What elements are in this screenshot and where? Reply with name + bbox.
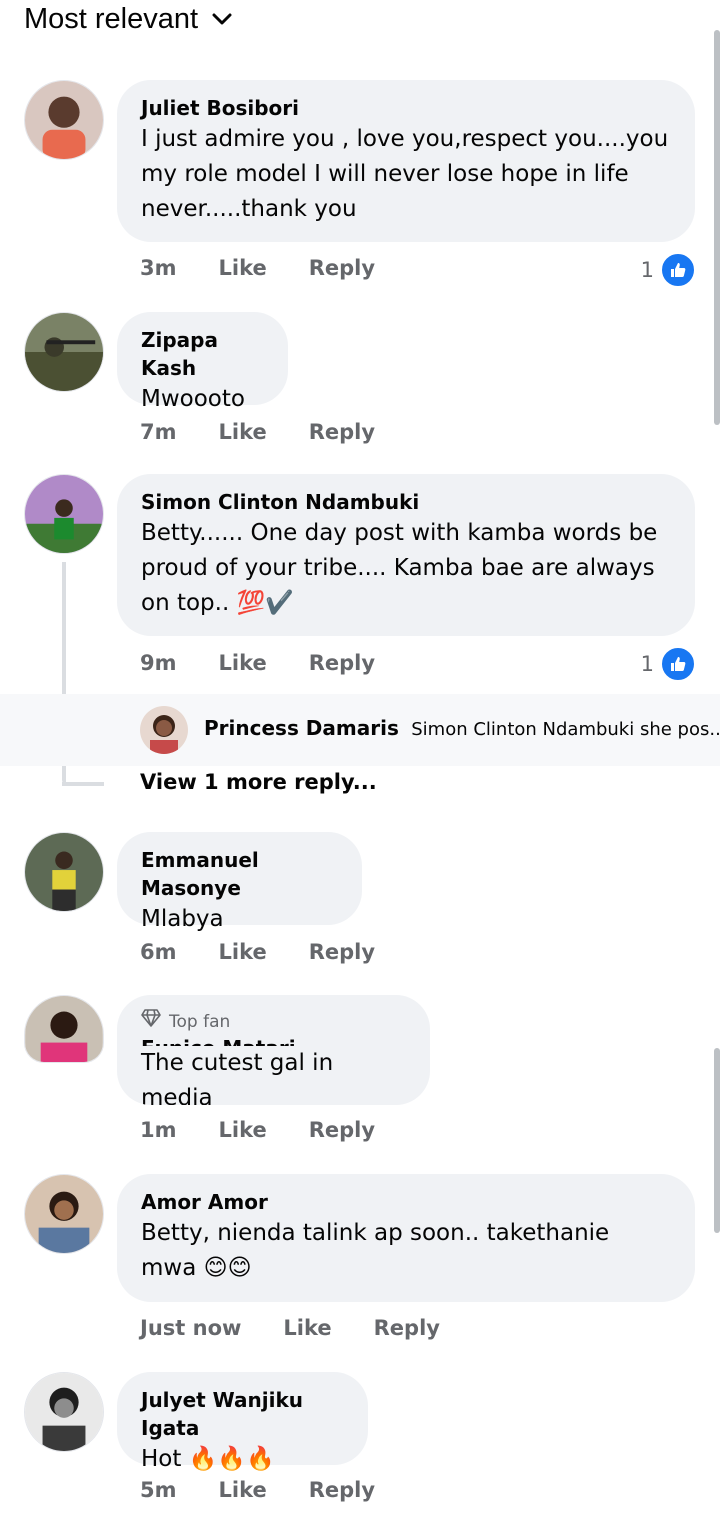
avatar[interactable] (24, 474, 104, 554)
reaction-summary[interactable]: 1 (641, 252, 696, 288)
comment-actions: Just now Like Reply (140, 1316, 440, 1340)
comment-actions: 7m Like Reply (140, 420, 375, 444)
view-more-replies-link[interactable]: View 1 more reply... (140, 770, 377, 794)
comment-time[interactable]: 9m (140, 651, 177, 675)
reaction-count: 1 (640, 652, 654, 676)
like-button[interactable]: Like (219, 420, 267, 444)
comment-text: Betty, nienda talink ap soon.. takethani… (141, 1220, 610, 1281)
comment-time[interactable]: 7m (140, 420, 177, 444)
reply-button[interactable]: Reply (309, 651, 375, 675)
comment-text: Hot 🔥🔥🔥 (141, 1446, 275, 1472)
like-button[interactable]: Like (219, 940, 267, 964)
avatar[interactable] (24, 1174, 104, 1254)
reply-snippet: Simon Clinton Ndambuki she pos... (411, 719, 720, 740)
scrollbar-thumb-top[interactable] (714, 30, 720, 425)
thumbs-up-icon (660, 252, 696, 288)
comment-bubble[interactable]: Amor Amor Betty, nienda talink ap soon..… (117, 1174, 695, 1302)
comment-actions: 3m Like Reply (140, 256, 375, 280)
like-button[interactable]: Like (219, 1118, 267, 1142)
reaction-count: 1 (640, 258, 654, 282)
comment-text: Mwoooto (141, 386, 245, 412)
comment-text: Betty...... One day post with kamba word… (141, 520, 658, 616)
comment-time[interactable]: Just now (140, 1316, 241, 1340)
comment-actions: 5m Like Reply (140, 1478, 375, 1502)
reply-button[interactable]: Reply (309, 1478, 375, 1502)
top-fan-label: Top fan (169, 1011, 231, 1032)
comment-author[interactable]: Amor Amor (141, 1188, 671, 1216)
comment-time[interactable]: 5m (140, 1478, 177, 1502)
avatar[interactable] (24, 312, 104, 392)
avatar[interactable] (24, 1372, 104, 1452)
reply-text: Princess Damaris Simon Clinton Ndambuki … (204, 716, 720, 740)
reply-preview[interactable]: Princess Damaris Simon Clinton Ndambuki … (0, 694, 720, 766)
avatar[interactable] (24, 995, 104, 1063)
avatar[interactable] (24, 80, 104, 160)
comment-author[interactable]: Juliet Bosibori (141, 94, 671, 122)
comment-author[interactable]: Emmanuel Masonye (141, 846, 338, 902)
comment-text: Mlabya (141, 906, 224, 932)
diamond-icon (141, 1009, 161, 1034)
like-button[interactable]: Like (219, 256, 267, 280)
sort-label: Most relevant (24, 2, 199, 35)
comment-actions: 6m Like Reply (140, 940, 375, 964)
comment-text: I just admire you , love you,respect you… (141, 126, 669, 222)
comment-author[interactable]: Eunice Matari (141, 1034, 406, 1046)
comment-author[interactable]: Julyet Wanjiku Igata (141, 1386, 344, 1442)
chevron-down-icon (212, 12, 232, 26)
comment-actions: 9m Like Reply (140, 651, 375, 675)
reply-button[interactable]: Reply (309, 420, 375, 444)
comment-bubble[interactable]: Juliet Bosibori I just admire you , love… (117, 80, 695, 242)
avatar[interactable] (24, 832, 104, 912)
reaction-summary[interactable]: 1 (641, 646, 696, 682)
like-button[interactable]: Like (219, 651, 267, 675)
comment-time[interactable]: 6m (140, 940, 177, 964)
reply-button[interactable]: Reply (309, 256, 375, 280)
like-button[interactable]: Like (219, 1478, 267, 1502)
like-button[interactable]: Like (283, 1316, 331, 1340)
reply-button[interactable]: Reply (309, 1118, 375, 1142)
reply-button[interactable]: Reply (374, 1316, 440, 1340)
reply-button[interactable]: Reply (309, 940, 375, 964)
comment-author[interactable]: Simon Clinton Ndambuki (141, 488, 671, 516)
sort-dropdown[interactable]: Most relevant (24, 0, 232, 38)
reply-author[interactable]: Princess Damaris (204, 716, 399, 740)
comment-bubble[interactable]: Top fan Eunice Matari The cutest gal in … (117, 995, 430, 1105)
thumbs-up-icon (660, 646, 696, 682)
comment-time[interactable]: 1m (140, 1118, 177, 1142)
thread-line (62, 782, 104, 786)
comment-bubble[interactable]: Julyet Wanjiku Igata Hot 🔥🔥🔥 (117, 1372, 368, 1472)
comment-bubble[interactable]: Simon Clinton Ndambuki Betty...... One d… (117, 474, 695, 636)
comment-bubble[interactable]: Zipapa Kash Mwoooto (117, 312, 288, 412)
scrollbar-thumb-bottom[interactable] (714, 1048, 720, 1233)
comment-bubble[interactable]: Emmanuel Masonye Mlabya (117, 832, 362, 932)
comment-time[interactable]: 3m (140, 256, 177, 280)
comment-actions: 1m Like Reply (140, 1118, 375, 1142)
avatar[interactable] (140, 706, 188, 754)
comment-text: The cutest gal in media (141, 1050, 334, 1105)
top-fan-badge: Top fan (141, 1009, 406, 1034)
comment-author[interactable]: Zipapa Kash (141, 326, 264, 382)
